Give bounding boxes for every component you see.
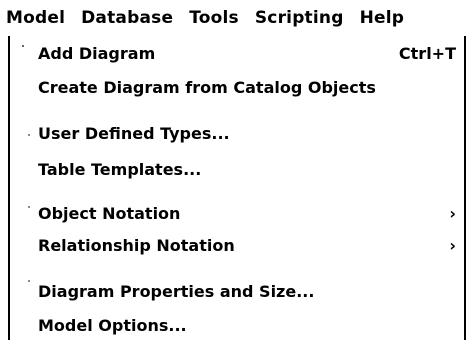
menubar-tools[interactable]: Tools <box>189 8 239 28</box>
model-menu-dropdown: Add Diagram Ctrl+T Create Diagram from C… <box>8 36 466 340</box>
menu-item-label: Table Templates... <box>38 159 202 179</box>
menu-item-add-diagram[interactable]: Add Diagram Ctrl+T <box>38 38 464 68</box>
separator-mark <box>28 206 30 208</box>
menu-item-label: Model Options... <box>38 315 187 335</box>
separator-mark <box>28 280 30 282</box>
menu-item-label: Diagram Properties and Size... <box>38 281 315 301</box>
menubar-model[interactable]: Model <box>6 8 65 28</box>
menu-item-table-templates[interactable]: Table Templates... <box>38 154 464 184</box>
menu-item-label: User Defined Types... <box>38 123 230 143</box>
menubar-help[interactable]: Help <box>360 8 405 28</box>
menu-item-user-defined-types[interactable]: User Defined Types... <box>38 118 464 148</box>
menu-item-label: Create Diagram from Catalog Objects <box>38 77 376 97</box>
menubar-scripting[interactable]: Scripting <box>255 8 344 28</box>
chevron-right-icon: › <box>449 235 456 255</box>
menu-item-object-notation[interactable]: Object Notation › <box>38 198 464 228</box>
separator-mark <box>22 45 24 47</box>
chevron-right-icon: › <box>449 203 456 223</box>
menu-item-label: Object Notation <box>38 203 181 223</box>
separator-mark <box>28 134 30 136</box>
menu-item-diagram-properties[interactable]: Diagram Properties and Size... <box>38 276 464 306</box>
menubar-database[interactable]: Database <box>81 8 173 28</box>
menu-item-create-diagram-from-catalog[interactable]: Create Diagram from Catalog Objects <box>38 72 464 102</box>
menu-bar: Model Database Tools Scripting Help <box>0 0 466 36</box>
menu-item-relationship-notation[interactable]: Relationship Notation › <box>38 230 464 260</box>
menu-item-shortcut: Ctrl+T <box>398 43 456 63</box>
menu-item-model-options[interactable]: Model Options... <box>38 310 464 340</box>
menu-item-label: Relationship Notation <box>38 235 235 255</box>
menu-item-label: Add Diagram <box>38 43 156 63</box>
